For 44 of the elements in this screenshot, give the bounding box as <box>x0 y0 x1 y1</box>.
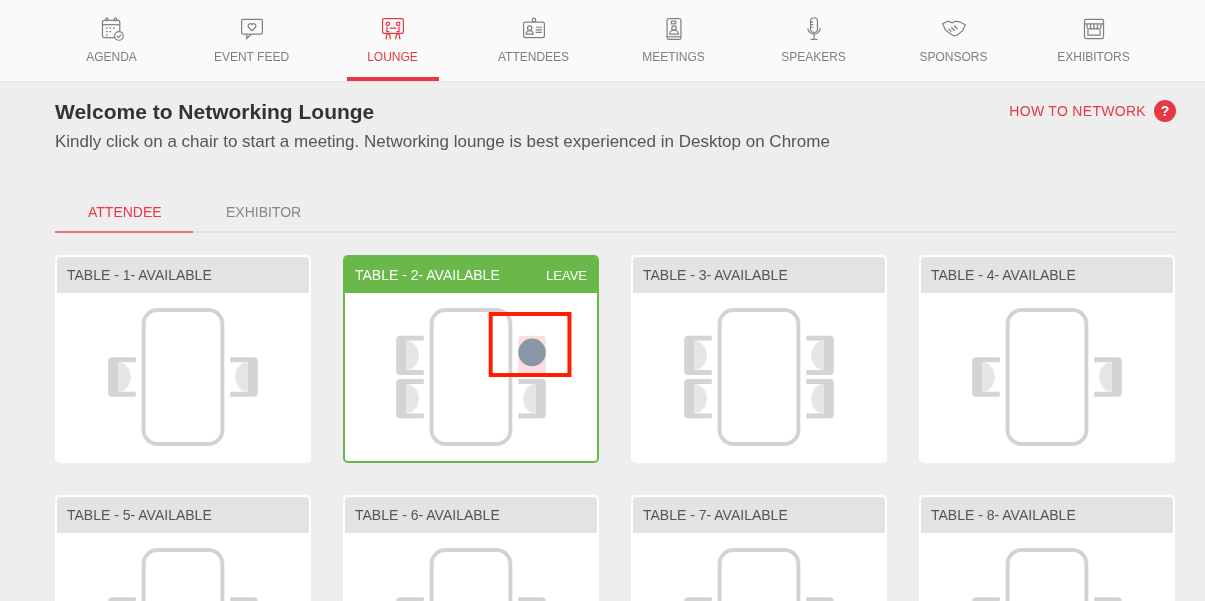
category-tab[interactable]: ATTENDEE <box>55 196 193 233</box>
chair[interactable] <box>396 335 424 376</box>
table-label: TABLE - 3- AVAILABLE <box>643 267 788 283</box>
chair[interactable] <box>806 378 834 419</box>
chair[interactable] <box>684 378 712 419</box>
page-title: Welcome to Networking Lounge <box>55 100 376 124</box>
chair[interactable] <box>972 357 1000 397</box>
chair[interactable] <box>806 597 834 601</box>
people-at-table-icon <box>379 16 406 42</box>
chair[interactable] <box>396 378 424 419</box>
category-tab[interactable]: EXHIBITOR <box>193 196 331 233</box>
chair[interactable] <box>1094 357 1122 397</box>
heart-chat-icon <box>238 16 265 42</box>
table-label: TABLE - 6- AVAILABLE <box>355 507 500 523</box>
table-label: TABLE - 8- AVAILABLE <box>931 507 1076 523</box>
chair[interactable] <box>518 597 546 601</box>
how-to-network-link[interactable]: HOW TO NETWORK <box>1009 103 1146 119</box>
chair[interactable] <box>230 357 258 397</box>
occupied-chair[interactable] <box>518 335 546 376</box>
chair[interactable] <box>396 597 424 601</box>
nav-tab[interactable]: ATTENDEES <box>463 0 604 81</box>
table-label: TABLE - 7- AVAILABLE <box>643 507 788 523</box>
chair[interactable] <box>1094 597 1122 601</box>
table-label: TABLE - 4- AVAILABLE <box>931 267 1076 283</box>
nav-tab[interactable]: SPEAKERS <box>743 0 884 81</box>
chair[interactable] <box>972 597 1000 601</box>
chair[interactable] <box>108 357 136 397</box>
nav-tab[interactable]: EVENT FEED <box>181 0 322 81</box>
page-subtitle: Kindly click on a chair to start a meeting. Networking lounge is best experienced in Desktop on Chrome <box>55 132 830 152</box>
chair[interactable] <box>684 335 712 376</box>
nav-tab[interactable]: SPONSORS <box>883 0 1024 81</box>
nav-tab[interactable]: AGENDA <box>41 0 182 81</box>
nav-tab[interactable]: EXHIBITORS <box>1023 0 1164 81</box>
table-label: TABLE - 1- AVAILABLE <box>67 267 212 283</box>
table-label: TABLE - 2- AVAILABLE <box>355 267 500 283</box>
chair[interactable] <box>108 597 136 601</box>
nav-tab[interactable]: MEETINGS <box>603 0 744 81</box>
nav-tab[interactable]: LOUNGE <box>346 0 439 81</box>
chair[interactable] <box>684 597 712 601</box>
chair[interactable] <box>230 597 258 601</box>
help-icon[interactable]: ? <box>1154 100 1176 122</box>
leave-button[interactable]: LEAVE <box>546 267 587 283</box>
chair[interactable] <box>806 335 834 376</box>
table-label: TABLE - 5- AVAILABLE <box>67 507 212 523</box>
